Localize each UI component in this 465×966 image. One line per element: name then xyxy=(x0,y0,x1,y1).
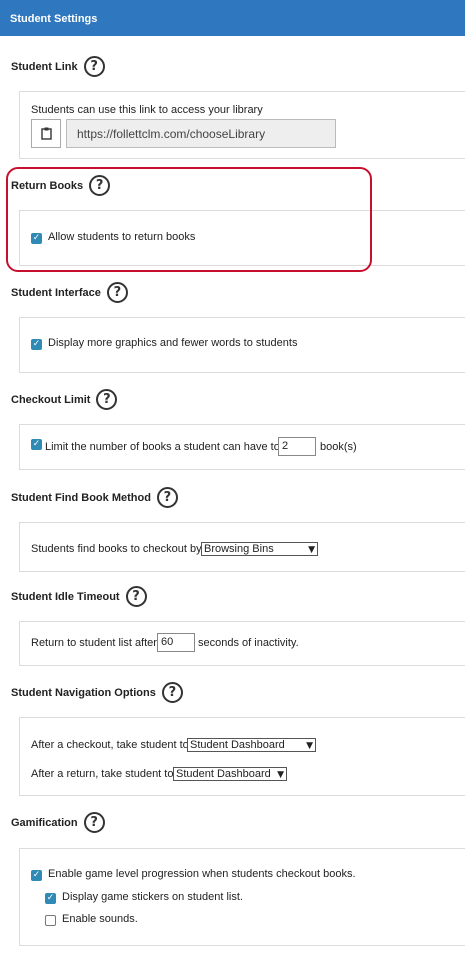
student-interface-panel: ✓ Display more graphics and fewer words … xyxy=(19,317,465,373)
after-return-label: After a return, take student to xyxy=(31,768,174,780)
student-link-description: Students can use this link to access you… xyxy=(31,104,263,116)
help-icon[interactable]: ? xyxy=(125,586,147,607)
gamification-panel: ✓ Enable game level progression when stu… xyxy=(19,848,465,946)
checkout-limit-checkbox[interactable]: ✓ xyxy=(31,439,42,450)
enable-sounds-label: Enable sounds. xyxy=(62,913,138,925)
help-icon[interactable]: ? xyxy=(83,812,105,833)
idle-timeout-value: 60 xyxy=(161,636,174,648)
after-return-select[interactable]: Student Dashboard ▼ xyxy=(173,767,287,781)
game-progression-label: Enable game level progression when stude… xyxy=(48,868,356,880)
after-return-selected: Student Dashboard xyxy=(176,768,271,780)
help-icon[interactable]: ? xyxy=(106,282,128,303)
checkout-limit-label: Limit the number of books a student can … xyxy=(45,441,280,453)
section-checkout-limit: Checkout Limit ? xyxy=(11,389,118,410)
help-icon[interactable]: ? xyxy=(156,487,178,508)
chevron-down-icon: ▼ xyxy=(277,770,284,780)
section-title: Gamification xyxy=(11,816,78,829)
section-title: Student Link xyxy=(11,60,78,73)
section-student-link: Student Link ? xyxy=(11,56,105,77)
student-link-url-field[interactable]: https://follettclm.com/chooseLibrary xyxy=(66,119,336,148)
help-icon[interactable]: ? xyxy=(83,56,105,77)
after-checkout-select[interactable]: Student Dashboard ▼ xyxy=(187,738,316,752)
student-link-url: https://follettclm.com/chooseLibrary xyxy=(77,127,266,141)
chevron-down-icon: ▼ xyxy=(306,741,313,751)
student-interface-label: Display more graphics and fewer words to… xyxy=(48,337,298,349)
section-navigation-options: Student Navigation Options ? xyxy=(11,682,183,703)
idle-timeout-suffix: seconds of inactivity. xyxy=(198,637,299,649)
section-gamification: Gamification ? xyxy=(11,812,105,833)
idle-timeout-input[interactable]: 60 xyxy=(157,633,195,652)
page-title: Student Settings xyxy=(10,13,98,25)
help-icon[interactable]: ? xyxy=(161,682,183,703)
help-icon[interactable]: ? xyxy=(96,389,118,410)
checkout-limit-suffix: book(s) xyxy=(320,441,357,453)
section-title: Checkout Limit xyxy=(11,393,91,406)
header-bar: Student Settings xyxy=(0,0,465,36)
checkout-limit-input[interactable]: 2 xyxy=(278,437,316,456)
section-title: Student Idle Timeout xyxy=(11,590,120,603)
student-link-panel: Students can use this link to access you… xyxy=(19,91,465,159)
idle-timeout-panel: Return to student list after 60 seconds … xyxy=(19,621,465,666)
chevron-down-icon: ▼ xyxy=(308,545,315,555)
section-student-interface: Student Interface ? xyxy=(11,282,128,303)
section-idle-timeout: Student Idle Timeout ? xyxy=(11,586,147,607)
idle-timeout-label: Return to student list after xyxy=(31,637,157,649)
section-title: Student Find Book Method xyxy=(11,491,151,504)
highlight-annotation xyxy=(6,167,372,272)
enable-sounds-checkbox[interactable] xyxy=(45,915,56,926)
checkout-limit-value: 2 xyxy=(282,440,289,452)
section-find-book-method: Student Find Book Method ? xyxy=(11,487,178,508)
copy-link-button[interactable] xyxy=(31,119,61,148)
section-title: Student Navigation Options xyxy=(11,686,156,699)
game-stickers-label: Display game stickers on student list. xyxy=(62,891,243,903)
after-checkout-selected: Student Dashboard xyxy=(190,739,285,751)
game-progression-checkbox[interactable]: ✓ xyxy=(31,870,42,881)
student-interface-checkbox[interactable]: ✓ xyxy=(31,339,42,350)
find-book-label: Students find books to checkout by xyxy=(31,543,202,555)
navigation-panel: After a checkout, take student to Studen… xyxy=(19,717,465,796)
clipboard-icon xyxy=(40,127,52,140)
section-title: Student Interface xyxy=(11,286,101,299)
after-checkout-label: After a checkout, take student to xyxy=(31,739,189,751)
game-stickers-checkbox[interactable]: ✓ xyxy=(45,893,56,904)
find-book-selected: Browsing Bins xyxy=(204,543,274,555)
checkout-limit-panel: ✓ Limit the number of books a student ca… xyxy=(19,424,465,470)
find-book-select[interactable]: Browsing Bins ▼ xyxy=(201,542,318,556)
find-book-panel: Students find books to checkout by Brows… xyxy=(19,522,465,572)
